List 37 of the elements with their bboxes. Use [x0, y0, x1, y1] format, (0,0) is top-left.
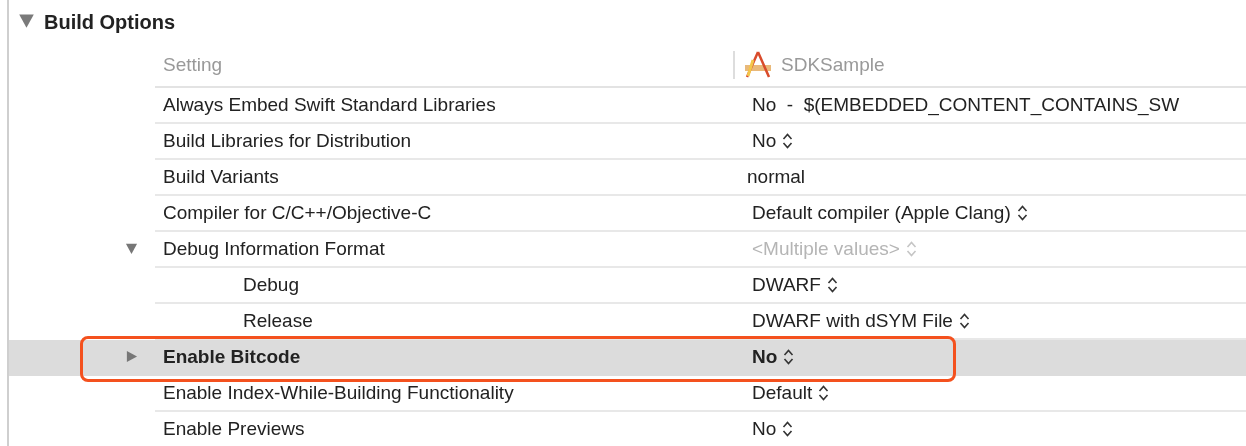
section-title: Build Options [44, 10, 176, 34]
setting-value[interactable]: No [752, 418, 794, 440]
setting-name: Enable Index-While-Building Functionality [162, 382, 515, 404]
hammer-drafting-icon [743, 50, 773, 80]
setting-row[interactable]: Build Libraries for Distribution No [9, 124, 1246, 160]
up-down-chevron-icon[interactable] [782, 420, 794, 438]
setting-name: Debug [242, 274, 300, 296]
up-down-chevron-icon[interactable] [783, 348, 795, 366]
up-down-chevron-icon[interactable] [826, 276, 838, 294]
setting-value[interactable]: Default [752, 382, 830, 404]
setting-value: No - $(EMBEDDED_CONTENT_CONTAINS_SW [752, 94, 1180, 116]
setting-name: Compiler for C/C++/Objective-C [162, 202, 433, 224]
setting-name: Enable Bitcode [162, 346, 302, 368]
setting-name: Enable Previews [162, 418, 306, 440]
up-down-chevron-icon[interactable] [958, 312, 970, 330]
setting-row[interactable]: Compiler for C/C++/Objective-C Default compiler (Apple Clang) [9, 196, 1246, 232]
setting-value: normal [747, 166, 806, 188]
setting-name: Debug Information Format [162, 238, 386, 260]
column-header: Setting [162, 54, 224, 76]
setting-value[interactable]: Default compiler (Apple Clang) [752, 202, 1028, 224]
disclosure-collapsed-icon[interactable] [125, 350, 138, 363]
setting-name: Always Embed Swift Standard Libraries [162, 94, 497, 116]
up-down-chevron-icon[interactable] [818, 384, 830, 402]
up-down-chevron-icon[interactable] [1016, 204, 1028, 222]
disclosure-expanded-icon[interactable] [18, 11, 35, 29]
setting-value[interactable]: No [752, 130, 794, 152]
setting-row[interactable]: Enable Index-While-Building Functionality Default [9, 376, 1246, 412]
setting-value[interactable]: No [752, 346, 795, 368]
setting-row[interactable]: Always Embed Swift Standard Libraries No - $(EMBEDDED_CONTENT_CONTAINS_SW [9, 88, 1246, 124]
up-down-chevron-icon[interactable] [782, 132, 794, 150]
setting-name: Build Variants [162, 166, 280, 188]
selected-setting-row[interactable]: Enable Bitcode No [9, 340, 1246, 376]
setting-row[interactable]: Build Variants normal [9, 160, 1246, 196]
setting-name: Build Libraries for Distribution [162, 130, 413, 152]
target-name: SDKSample [781, 54, 885, 76]
setting-row[interactable]: Enable Previews No [9, 412, 1246, 446]
setting-name: Release [242, 310, 314, 332]
